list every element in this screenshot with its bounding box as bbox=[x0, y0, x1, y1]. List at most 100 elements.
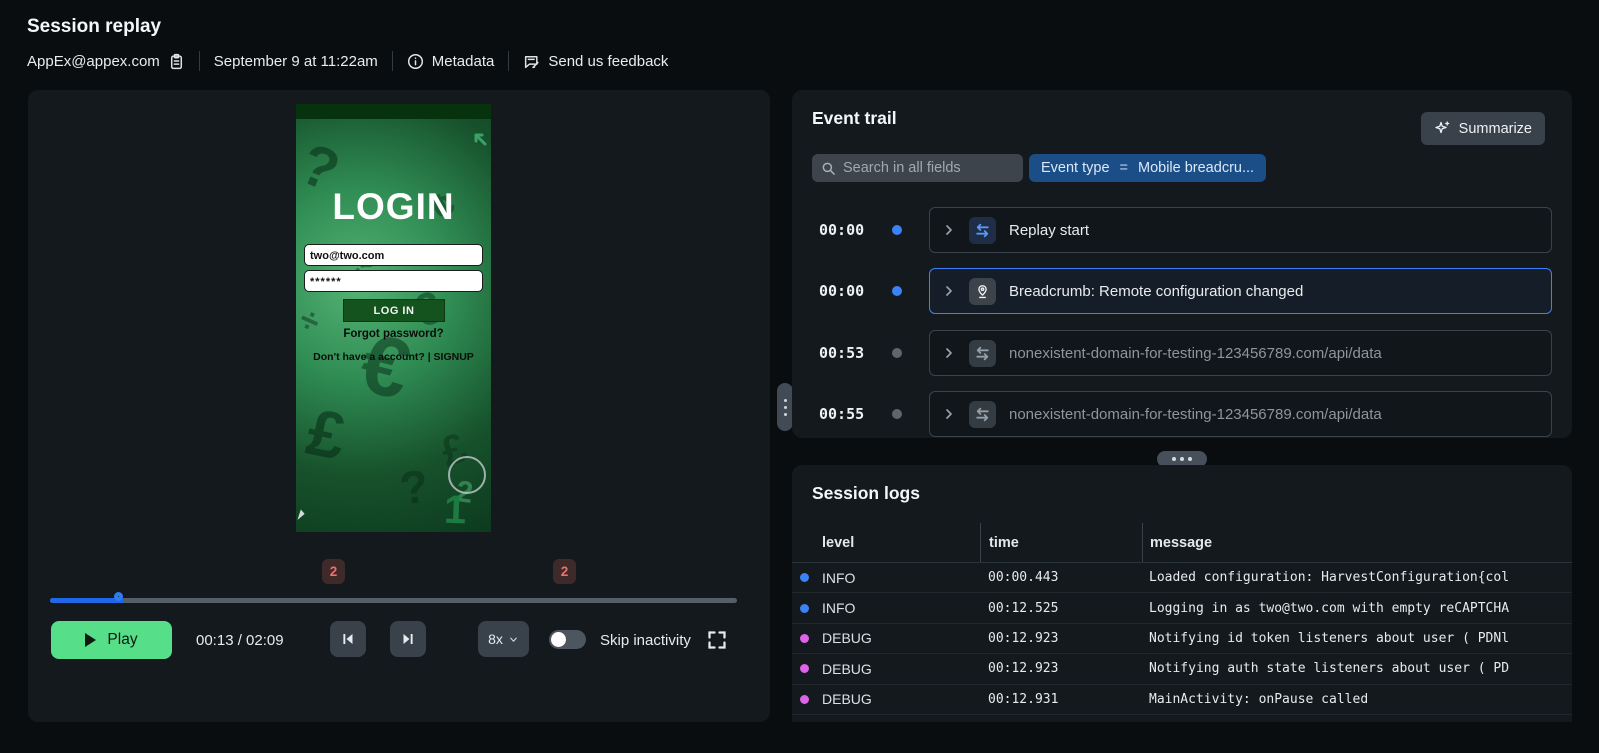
timeline-event-badge[interactable]: 2 bbox=[322, 559, 345, 584]
time-display: 00:13 / 02:09 bbox=[196, 632, 284, 649]
log-table-header: level time message bbox=[792, 523, 1572, 563]
skip-back-button[interactable] bbox=[330, 621, 366, 657]
log-level: INFO bbox=[792, 593, 980, 622]
search-input[interactable] bbox=[843, 160, 1014, 176]
phone-login-title: LOGIN bbox=[332, 186, 455, 227]
timeline-event-badge[interactable]: 2 bbox=[553, 559, 576, 584]
replay-cursor bbox=[297, 509, 306, 522]
phone-password-field[interactable]: ****** bbox=[304, 270, 483, 292]
log-time: 00:12.931 bbox=[988, 691, 1059, 707]
skip-inactivity-toggle[interactable] bbox=[549, 630, 586, 649]
feedback-button[interactable]: Send us feedback bbox=[523, 53, 668, 70]
timeline-handle[interactable] bbox=[114, 592, 123, 601]
feedback-bubble-icon bbox=[525, 55, 539, 68]
column-header-message[interactable]: message bbox=[1142, 523, 1572, 562]
clipboard-copy-icon[interactable] bbox=[168, 53, 185, 70]
fullscreen-icon bbox=[708, 631, 726, 649]
phone-forgot-password-link[interactable]: Forgot password? bbox=[296, 328, 491, 340]
event-time: 00:00 bbox=[819, 221, 865, 239]
divider bbox=[508, 51, 510, 71]
timeline-scrubber[interactable] bbox=[50, 592, 737, 603]
replay-id-label: AppEx@appex.com bbox=[27, 52, 160, 70]
play-icon bbox=[85, 633, 97, 647]
phone-login-button[interactable]: LOG IN bbox=[343, 299, 445, 322]
play-button[interactable]: Play bbox=[51, 621, 172, 659]
log-row[interactable]: INFO 00:12.525 Logging in as two@two.com… bbox=[792, 593, 1572, 624]
event-type-filter-chip[interactable]: Event type = Mobile breadcru... bbox=[1029, 154, 1267, 182]
event-label: Replay start bbox=[1009, 221, 1090, 239]
location-pin-icon bbox=[969, 277, 996, 305]
event-dot bbox=[892, 225, 902, 235]
chevron-right-icon[interactable] bbox=[942, 284, 956, 298]
replay-id[interactable]: AppEx@appex.com bbox=[27, 53, 185, 70]
column-header-time[interactable]: time bbox=[980, 523, 1142, 562]
divider bbox=[198, 51, 200, 71]
log-row[interactable]: DEBUG 00:12.923 Notifying auth state lis… bbox=[792, 654, 1572, 685]
event-dot bbox=[892, 409, 902, 419]
log-level: DEBUG bbox=[792, 685, 980, 714]
event-card-breadcrumb[interactable]: Breadcrumb: Remote configuration changed bbox=[929, 268, 1552, 314]
panel-resize-handle-vertical[interactable] bbox=[777, 383, 793, 431]
swap-arrows-icon bbox=[969, 216, 996, 244]
event-card-replay-start[interactable]: Replay start bbox=[929, 207, 1552, 253]
log-time: 00:12.923 bbox=[988, 630, 1059, 646]
replay-timestamp: September 9 at 11:22am bbox=[213, 52, 378, 70]
phone-email-field[interactable]: two@two.com bbox=[304, 244, 483, 266]
breadcrumb: AppEx@appex.com September 9 at 11:22am M… bbox=[27, 48, 668, 74]
session-logs-title: Session logs bbox=[812, 483, 920, 503]
phone-status-bar bbox=[296, 104, 491, 119]
chevron-right-icon[interactable] bbox=[942, 223, 956, 237]
log-level-dot bbox=[800, 603, 809, 613]
summarize-label: Summarize bbox=[1458, 120, 1532, 137]
filter-value: Mobile breadcru... bbox=[1137, 160, 1255, 176]
event-card-network-request[interactable]: nonexistent-domain-for-testing-123456789… bbox=[929, 330, 1552, 376]
log-time: 00:00.443 bbox=[988, 570, 1059, 586]
log-row[interactable]: INFO 00:00.443 Loaded configuration: Har… bbox=[792, 563, 1572, 594]
replay-video[interactable]: ? € £ ¢ ? € £ 2 ? 1 ÷ LOGIN two@two.com … bbox=[296, 104, 491, 532]
filter-key: Event type bbox=[1041, 160, 1110, 176]
event-search bbox=[812, 154, 1023, 182]
session-replay-page: Session replay AppEx@appex.com September… bbox=[0, 0, 1599, 753]
column-header-level[interactable]: level bbox=[792, 523, 980, 562]
chevron-right-icon[interactable] bbox=[942, 407, 956, 421]
event-label: nonexistent-domain-for-testing-123456789… bbox=[1009, 405, 1382, 423]
skip-forward-button[interactable] bbox=[390, 621, 426, 657]
phone-signup-link[interactable]: Don't have a account? | SIGNUP bbox=[296, 351, 491, 363]
log-level-dot bbox=[800, 633, 809, 643]
info-icon bbox=[407, 53, 423, 69]
fullscreen-button[interactable] bbox=[707, 630, 727, 650]
event-label: nonexistent-domain-for-testing-123456789… bbox=[1009, 344, 1382, 362]
bg-symbol: 1 bbox=[443, 487, 468, 532]
event-row: 00:00 Replay start bbox=[792, 207, 1572, 253]
skip-forward-icon bbox=[403, 634, 413, 644]
summarize-button[interactable]: Summarize bbox=[1420, 112, 1545, 145]
bg-symbol: ? bbox=[396, 459, 432, 515]
speed-value: 8x bbox=[488, 631, 503, 647]
log-message: Loaded configuration: HarvestConfigurati… bbox=[1149, 570, 1510, 586]
log-level-dot bbox=[800, 664, 809, 674]
feedback-label: Send us feedback bbox=[548, 52, 669, 70]
chevron-right-icon[interactable] bbox=[942, 346, 956, 360]
event-dot bbox=[892, 348, 902, 358]
event-card-network-request[interactable]: nonexistent-domain-for-testing-123456789… bbox=[929, 391, 1552, 437]
event-dot bbox=[892, 286, 902, 296]
log-level: DEBUG bbox=[792, 654, 980, 683]
timeline-progress bbox=[50, 598, 123, 603]
toggle-knob bbox=[551, 632, 566, 647]
log-row[interactable]: DEBUG 00:12.923 Notifying id token liste… bbox=[792, 624, 1572, 655]
log-level: INFO bbox=[792, 563, 980, 592]
play-label: Play bbox=[107, 631, 138, 648]
log-level: DEBUG bbox=[792, 624, 980, 653]
skip-inactivity-label: Skip inactivity bbox=[600, 632, 691, 649]
log-row[interactable]: DEBUG 00:12.931 MainActivity: onPause ca… bbox=[792, 685, 1572, 715]
metadata-button[interactable]: Metadata bbox=[407, 52, 495, 70]
session-logs-panel: Session logs level time message INFO 00:… bbox=[792, 465, 1572, 722]
event-time: 00:53 bbox=[819, 344, 865, 362]
event-trail-title: Event trail bbox=[812, 108, 897, 128]
cursor-arrow-icon bbox=[474, 133, 487, 146]
playback-speed-select[interactable]: 8x bbox=[478, 621, 529, 657]
metadata-label: Metadata bbox=[431, 52, 495, 70]
log-time: 00:12.923 bbox=[988, 661, 1059, 677]
bg-symbol: £ bbox=[300, 393, 353, 475]
event-time: 00:55 bbox=[819, 405, 865, 423]
